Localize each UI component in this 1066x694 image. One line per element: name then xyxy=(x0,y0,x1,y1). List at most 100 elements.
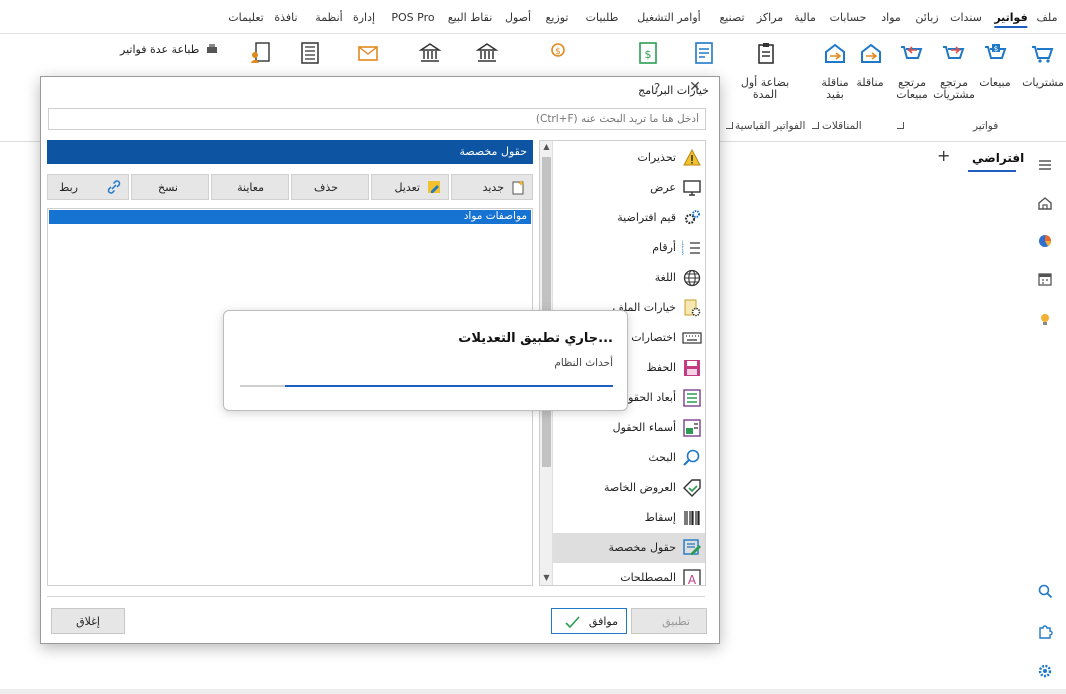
purchase-returns-button[interactable] xyxy=(938,40,968,66)
purchases-button[interactable] xyxy=(1027,40,1057,66)
custom-fields-panel-header: حقول مخصصة xyxy=(47,140,533,164)
transfer-lock-icon xyxy=(825,43,845,63)
calendar-icon[interactable] xyxy=(1036,270,1054,288)
bank-building-icon[interactable] xyxy=(418,40,442,66)
sales-button[interactable]: $ xyxy=(980,40,1010,66)
category-item-field-names[interactable]: أسماء الحقول xyxy=(553,413,705,443)
menu-pos-pro[interactable]: POS Pro xyxy=(391,11,434,24)
menu-customers[interactable]: زبائن xyxy=(915,11,938,24)
checkmark-icon xyxy=(565,616,580,629)
close-button[interactable]: إغلاق xyxy=(51,608,125,634)
category-item-numbers[interactable]: 123 أرقام xyxy=(553,233,705,263)
category-item-drop[interactable]: إسقاط xyxy=(553,503,705,533)
link-button-label: ربط xyxy=(59,181,78,194)
category-item-terms[interactable]: A المصطلحات xyxy=(553,563,705,585)
menu-help[interactable]: تعليمات xyxy=(228,11,263,24)
search-icon[interactable] xyxy=(1036,582,1054,600)
help-button[interactable]: ? xyxy=(649,81,665,95)
new-button[interactable]: جديد xyxy=(451,174,533,200)
transfer-restricted-button[interactable] xyxy=(820,40,850,66)
menu-vouchers[interactable]: سندات xyxy=(950,11,982,24)
opening-goods-button[interactable] xyxy=(751,40,781,66)
category-item-defaults[interactable]: قيم افتراضية xyxy=(553,203,705,233)
category-item-custom-fields[interactable]: حقول مخصصة xyxy=(553,533,705,563)
globe-icon xyxy=(683,269,701,287)
puzzle-icon[interactable] xyxy=(1036,622,1054,640)
clipboard-icon xyxy=(758,43,774,64)
menu-work-orders[interactable]: أوامر التشغيل xyxy=(637,11,700,24)
category-label: اختصارات xyxy=(631,331,676,344)
category-label: حقول مخصصة xyxy=(608,541,676,554)
money-chart-icon[interactable]: $ xyxy=(636,40,660,66)
monitor-icon xyxy=(683,180,701,196)
category-item-special-offers[interactable]: العروض الخاصة xyxy=(553,473,705,503)
group-launcher-standard-invoices[interactable] xyxy=(726,122,733,129)
report-icon[interactable] xyxy=(298,40,322,66)
menu-pos[interactable]: نقاط البيع xyxy=(448,11,493,24)
link-button[interactable]: ربط xyxy=(47,174,129,200)
list-item[interactable]: مواصفات مواد xyxy=(49,210,531,224)
group-label-invoices: فواتير xyxy=(973,120,999,132)
pie-chart-icon[interactable] xyxy=(1036,232,1054,250)
menu-manufacturing[interactable]: تصنيع xyxy=(719,11,744,24)
invoice-list-icon[interactable] xyxy=(692,40,716,66)
edit-icon xyxy=(428,181,440,193)
menu-centers[interactable]: مراكز xyxy=(757,11,783,24)
options-search-input[interactable] xyxy=(49,109,705,129)
tag-icon xyxy=(683,479,701,497)
money-cart-icon: $ xyxy=(985,44,1007,59)
preview-button[interactable]: معاينة xyxy=(211,174,289,200)
menu-distribution[interactable]: توزيع xyxy=(546,11,569,24)
envelope-icon[interactable] xyxy=(356,40,380,66)
category-item-search[interactable]: البحث xyxy=(553,443,705,473)
menu-accounts[interactable]: حسابات xyxy=(830,11,867,24)
terms-icon: A xyxy=(683,569,701,585)
menu-administration[interactable]: إدارة xyxy=(353,11,375,24)
lightbulb-icon[interactable] xyxy=(1036,310,1054,328)
edit-button[interactable]: تعديل xyxy=(371,174,449,200)
transfer-restricted-label-2: بقيد xyxy=(826,88,844,101)
apply-button[interactable]: تطبيق xyxy=(631,608,707,634)
close-dialog-button[interactable]: ✕ xyxy=(687,79,703,95)
category-item-language[interactable]: اللغة xyxy=(553,263,705,293)
numbered-list-icon: 123 xyxy=(682,240,700,257)
print-multiple-label[interactable]: طباعة عدة فواتير xyxy=(120,43,199,56)
menu-systems[interactable]: أنظمة xyxy=(315,11,342,24)
link-icon xyxy=(107,180,121,194)
category-label: أرقام xyxy=(652,241,676,254)
menu-file[interactable]: ملف xyxy=(1037,11,1058,24)
gear-icon[interactable] xyxy=(1036,662,1054,680)
copy-button[interactable]: نسخ xyxy=(131,174,209,200)
menu-window[interactable]: نافذة xyxy=(274,11,297,24)
menu-assets[interactable]: أصول xyxy=(505,11,531,24)
sales-returns-button[interactable] xyxy=(896,40,926,66)
transfer-button[interactable] xyxy=(856,40,886,66)
progress-bar xyxy=(240,385,613,387)
ok-button[interactable]: موافق xyxy=(551,608,627,634)
payment-icon[interactable]: $ xyxy=(546,40,570,66)
category-item-display[interactable]: عرض xyxy=(553,173,705,203)
scroll-up-arrow-icon[interactable]: ▲ xyxy=(541,142,552,154)
hamburger-menu-icon[interactable] xyxy=(1036,156,1054,174)
tab-default[interactable]: افتراضي xyxy=(972,151,1024,165)
delete-button[interactable]: حذف xyxy=(291,174,369,200)
home-icon[interactable] xyxy=(1036,194,1054,212)
category-label: العروض الخاصة xyxy=(604,481,676,494)
category-item-warnings[interactable]: تحذيرات xyxy=(553,143,705,173)
group-launcher-invoices[interactable] xyxy=(897,122,904,129)
menu-materials[interactable]: مواد xyxy=(881,11,901,24)
field-names-icon xyxy=(683,419,701,437)
gears-icon xyxy=(684,210,700,225)
menu-invoices[interactable]: فواتير xyxy=(994,11,1028,28)
file-settings-icon xyxy=(684,299,701,317)
menu-finance[interactable]: مالية xyxy=(794,11,816,24)
svg-text:$: $ xyxy=(994,45,998,53)
scroll-down-arrow-icon[interactable]: ▼ xyxy=(541,573,552,585)
menu-orders[interactable]: طلبيات xyxy=(586,11,619,24)
bank-icon[interactable] xyxy=(475,40,499,66)
user-report-icon[interactable] xyxy=(248,40,272,66)
progress-popup: جاري تطبيق التعديلات... أحداث النظام xyxy=(223,310,628,411)
status-strip xyxy=(0,689,1066,694)
group-launcher-transfers[interactable] xyxy=(812,122,819,129)
add-tab-button[interactable]: + xyxy=(937,146,950,165)
